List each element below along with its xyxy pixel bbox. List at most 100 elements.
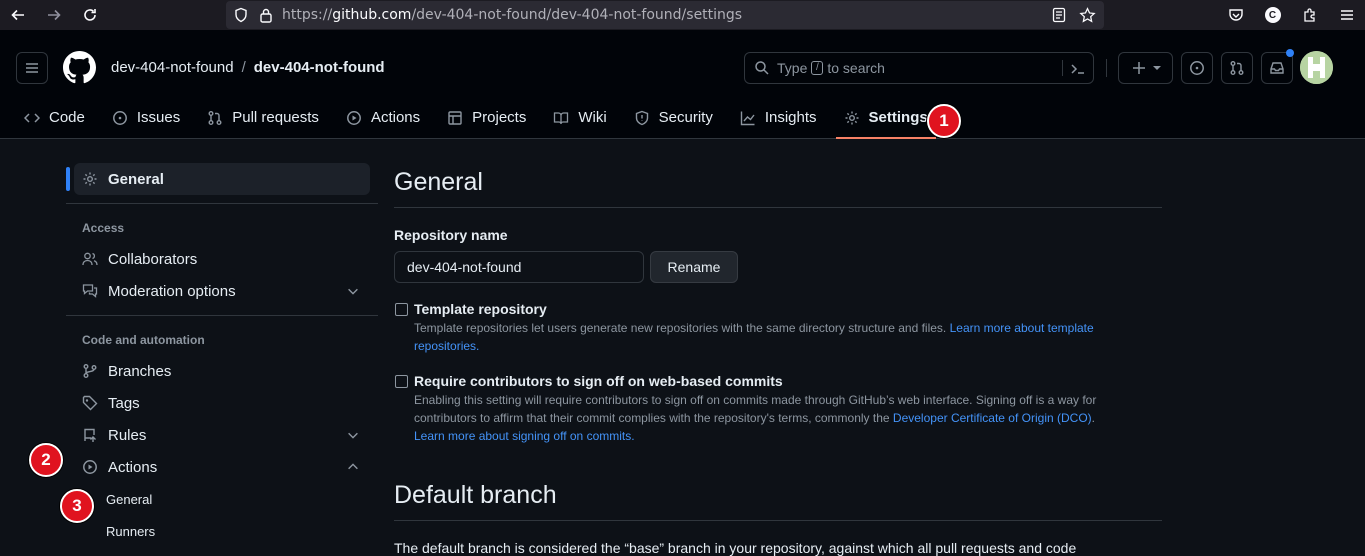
git-pull-request-icon — [208, 110, 222, 125]
extension-c-button[interactable]: C — [1254, 0, 1291, 30]
dco-after: . — [1091, 411, 1095, 425]
reader-view-icon[interactable] — [1052, 7, 1066, 23]
tab-insights[interactable]: Insights — [732, 96, 825, 139]
forward-button[interactable] — [36, 0, 72, 30]
play-icon — [83, 460, 97, 474]
sidebar-subitem-actions-general[interactable]: General — [106, 492, 152, 507]
chevron-up-icon — [348, 463, 358, 470]
github-header: dev-404-not-found / dev-404-not-found Ty… — [0, 30, 1365, 139]
tab-wiki[interactable]: Wiki — [545, 96, 614, 139]
dco-link[interactable]: Developer Certificate of Origin (DCO) — [893, 411, 1092, 425]
url-text: https://github.com/dev-404-not-found/dev… — [282, 7, 742, 23]
repo-name-label: Repository name — [394, 227, 508, 243]
url-bar[interactable]: https://github.com/dev-404-not-found/dev… — [226, 1, 1104, 29]
step-badge-1: 1 — [927, 104, 961, 138]
repo-name-input[interactable]: dev-404-not-found — [394, 251, 644, 283]
search-key-hint: / — [811, 61, 824, 75]
three-bars-icon — [26, 63, 38, 73]
github-logo[interactable] — [63, 51, 96, 84]
tab-label: Insights — [764, 109, 817, 126]
lock-icon — [260, 8, 272, 23]
tab-settings[interactable]: Settings — [835, 96, 936, 139]
book-icon — [554, 111, 569, 124]
extensions-button[interactable] — [1291, 0, 1328, 30]
signoff-description: Enabling this setting will require contr… — [414, 391, 1162, 445]
sidebar-item-label: Branches — [108, 362, 172, 380]
notification-indicator — [1286, 49, 1294, 57]
github-mark-icon — [63, 51, 96, 84]
tab-label: Projects — [472, 109, 527, 126]
issue-opened-icon — [112, 110, 127, 125]
signoff-learn-more-link[interactable]: Learn more about signing off on commits. — [414, 429, 635, 443]
extension-c-icon: C — [1264, 7, 1281, 23]
tab-pull-requests[interactable]: Pull requests — [199, 96, 327, 139]
tab-issues[interactable]: Issues — [104, 96, 188, 139]
pocket-icon — [1228, 9, 1243, 21]
sidebar-item-label: Actions — [108, 458, 158, 476]
template-repository-checkbox[interactable] — [395, 303, 408, 316]
bookmark-star-icon[interactable] — [1079, 6, 1096, 24]
sidebar-item-moderation[interactable]: Moderation options — [74, 275, 370, 307]
repo-push-icon — [84, 428, 96, 442]
sidebar-item-label: Rules — [108, 426, 147, 444]
graph-icon — [740, 111, 755, 125]
sidebar-item-label: Collaborators — [108, 250, 198, 268]
identicon-icon — [1300, 51, 1333, 84]
create-new-button[interactable] — [1118, 52, 1173, 84]
tab-label: Code — [49, 109, 85, 126]
table-icon — [448, 110, 462, 125]
arrow-left-icon — [11, 9, 24, 21]
tab-label: Issues — [136, 109, 181, 126]
search-divider — [1062, 60, 1063, 76]
search-placeholder-prefix: Type — [777, 60, 808, 76]
sidebar-heading-access: Access — [82, 221, 125, 235]
sidebar-item-label: Moderation options — [108, 282, 236, 300]
signoff-title: Require contributors to sign off on web-… — [414, 373, 783, 389]
tab-code[interactable]: Code — [16, 96, 93, 139]
code-icon — [24, 112, 40, 123]
search-input[interactable]: Type / to search — [744, 52, 1094, 84]
pull-requests-header-button[interactable] — [1221, 52, 1253, 84]
sidebar-item-collaborators[interactable]: Collaborators — [74, 243, 370, 275]
sidebar-item-actions[interactable]: Actions — [74, 451, 370, 483]
tab-security[interactable]: Security — [626, 96, 721, 139]
breadcrumb-owner[interactable]: dev-404-not-found — [111, 59, 234, 76]
sidebar-item-rules[interactable]: Rules — [74, 419, 370, 451]
reload-button[interactable] — [72, 0, 108, 30]
signoff-checkbox[interactable] — [395, 375, 408, 388]
shield-icon — [235, 7, 247, 23]
back-button[interactable] — [0, 0, 36, 30]
search-placeholder-suffix: to search — [827, 60, 885, 76]
tab-label: Settings — [868, 109, 928, 126]
sidebar-item-label: General — [108, 170, 164, 188]
tab-actions[interactable]: Actions — [338, 96, 428, 139]
arrow-right-icon — [48, 9, 61, 21]
breadcrumb: dev-404-not-found / dev-404-not-found — [111, 59, 385, 76]
sidebar-item-tags[interactable]: Tags — [74, 387, 370, 419]
menu-button[interactable] — [1328, 0, 1365, 30]
triangle-down-icon — [1152, 66, 1161, 70]
rename-button[interactable]: Rename — [650, 251, 738, 283]
gear-icon — [845, 111, 859, 124]
avatar[interactable] — [1300, 51, 1333, 84]
tab-projects[interactable]: Projects — [439, 96, 534, 139]
page-title: General — [394, 168, 483, 196]
issue-opened-icon — [1190, 61, 1204, 75]
people-icon — [82, 252, 98, 266]
sidebar-item-general[interactable]: General — [74, 163, 370, 195]
reload-icon — [84, 9, 96, 21]
global-nav-button[interactable] — [16, 52, 48, 84]
gear-icon — [83, 172, 97, 186]
breadcrumb-repo[interactable]: dev-404-not-found — [254, 59, 385, 76]
shield-icon — [635, 110, 648, 125]
issues-header-button[interactable] — [1181, 52, 1213, 84]
sidebar-subitem-actions-runners[interactable]: Runners — [106, 524, 155, 539]
chevron-down-icon — [348, 432, 358, 439]
sidebar-item-branches[interactable]: Branches — [74, 355, 370, 387]
pocket-button[interactable] — [1217, 0, 1254, 30]
git-branch-icon — [83, 364, 97, 378]
command-palette-icon[interactable] — [1070, 61, 1086, 77]
comment-discussion-icon — [82, 284, 98, 298]
sidebar-divider — [66, 203, 378, 204]
tab-label: Wiki — [578, 109, 607, 126]
